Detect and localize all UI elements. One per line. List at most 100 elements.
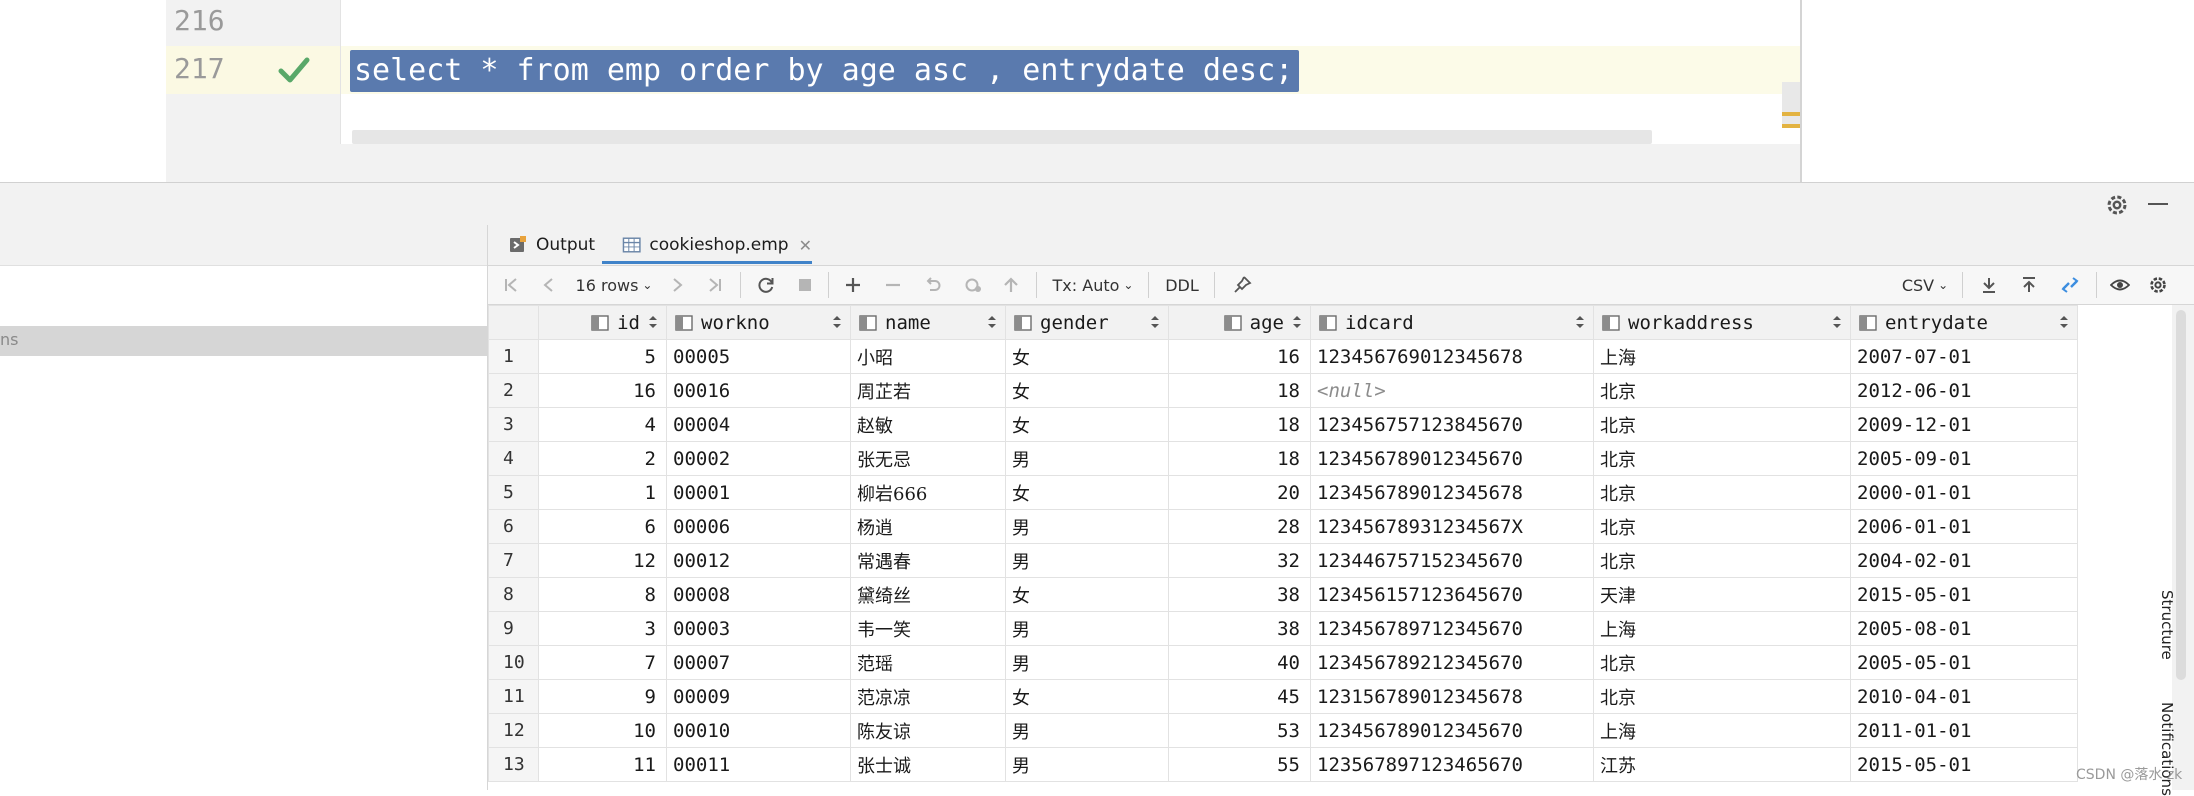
gear-icon[interactable] — [2144, 266, 2172, 304]
cell-age[interactable]: 40 — [1168, 645, 1311, 680]
download-icon[interactable] — [1976, 266, 2002, 304]
row-number-header[interactable] — [488, 305, 539, 340]
stop-icon[interactable] — [792, 266, 818, 304]
cell-workno[interactable]: 00006 — [666, 509, 851, 544]
cell-name[interactable]: 张无忌 — [850, 441, 1006, 476]
cell-gender[interactable]: 男 — [1005, 611, 1169, 646]
cell-idcard[interactable]: 123456789012345678 — [1310, 475, 1594, 510]
cell-workno[interactable]: 00012 — [666, 543, 851, 578]
revert-icon[interactable] — [920, 266, 946, 304]
cell-id[interactable]: 1 — [538, 475, 667, 510]
cell-gender[interactable]: 男 — [1005, 509, 1169, 544]
export-format-dropdown[interactable]: CSV ⌄ — [1896, 266, 1954, 304]
cell-id[interactable]: 12 — [538, 543, 667, 578]
row-number[interactable]: 10 — [488, 645, 539, 680]
row-number[interactable]: 9 — [488, 611, 539, 646]
transaction-mode-dropdown[interactable]: Tx: Auto ⌄ — [1050, 266, 1136, 304]
sort-icon[interactable] — [1150, 314, 1160, 330]
column-header-age[interactable]: age — [1168, 305, 1311, 340]
next-page-icon[interactable] — [664, 266, 690, 304]
table-row[interactable]: 10 7 00007 范瑶男 40 123456789212345670 北京 2005-05… — [488, 645, 2078, 680]
minimize-icon[interactable] — [2148, 203, 2168, 205]
row-number[interactable]: 12 — [488, 713, 539, 748]
sort-icon[interactable] — [987, 314, 997, 330]
cell-id[interactable]: 16 — [538, 373, 667, 408]
cell-name[interactable]: 范瑶 — [850, 645, 1006, 680]
cell-workaddress[interactable]: 北京 — [1593, 441, 1851, 476]
table-row[interactable]: 1 5 00005 小昭女 16 123456769012345678 上海 2007-07-… — [488, 339, 2078, 374]
scrollbar-thumb[interactable] — [2176, 310, 2186, 680]
cell-entrydate[interactable]: 2011-01-01 — [1850, 713, 2078, 748]
column-header-entrydate[interactable]: entrydate — [1850, 305, 2078, 340]
cell-idcard[interactable]: 123567897123465670 — [1310, 747, 1594, 782]
cell-id[interactable]: 3 — [538, 611, 667, 646]
structure-tool-tab[interactable]: Structure — [2158, 590, 2176, 660]
cell-id[interactable]: 9 — [538, 679, 667, 714]
submit-icon[interactable] — [998, 266, 1024, 304]
table-row[interactable]: 4 2 00002 张无忌男 18 123456789012345670 北京 2005-09… — [488, 441, 2078, 476]
cell-name[interactable]: 杨逍 — [850, 509, 1006, 544]
cell-workno[interactable]: 00011 — [666, 747, 851, 782]
cell-workno[interactable]: 00007 — [666, 645, 851, 680]
cell-workaddress[interactable]: 上海 — [1593, 611, 1851, 646]
cell-workaddress[interactable]: 上海 — [1593, 713, 1851, 748]
cell-age[interactable]: 16 — [1168, 339, 1311, 374]
cell-workaddress[interactable]: 北京 — [1593, 373, 1851, 408]
cell-name[interactable]: 韦一笑 — [850, 611, 1006, 646]
cell-workaddress[interactable]: 江苏 — [1593, 747, 1851, 782]
cell-idcard[interactable]: 123456757123845670 — [1310, 407, 1594, 442]
cell-age[interactable]: 18 — [1168, 441, 1311, 476]
refresh-icon[interactable] — [752, 266, 780, 304]
cell-workaddress[interactable]: 上海 — [1593, 339, 1851, 374]
row-number[interactable]: 1 — [488, 339, 539, 374]
cell-workaddress[interactable]: 北京 — [1593, 475, 1851, 510]
row-number[interactable]: 8 — [488, 577, 539, 612]
tab-output[interactable]: Output — [508, 225, 595, 265]
cell-gender[interactable]: 女 — [1005, 577, 1169, 612]
cell-name[interactable]: 赵敏 — [850, 407, 1006, 442]
ddl-button[interactable]: DDL — [1160, 266, 1204, 304]
remove-row-icon[interactable] — [880, 266, 906, 304]
cell-name[interactable]: 常遇春 — [850, 543, 1006, 578]
row-number[interactable]: 3 — [488, 407, 539, 442]
cell-gender[interactable]: 女 — [1005, 475, 1169, 510]
table-row[interactable]: 6 6 00006 杨逍男 28 12345678931234567X 北京 2006-01-… — [488, 509, 2078, 544]
cell-entrydate[interactable]: 2015-05-01 — [1850, 747, 2078, 782]
cell-age[interactable]: 38 — [1168, 611, 1311, 646]
check-icon[interactable] — [278, 56, 310, 84]
tab-cookieshop-emp[interactable]: cookieshop.emp ✕ — [620, 225, 812, 265]
cell-gender[interactable]: 男 — [1005, 747, 1169, 782]
cell-id[interactable]: 5 — [538, 339, 667, 374]
cell-id[interactable]: 7 — [538, 645, 667, 680]
cell-idcard[interactable]: 123456789212345670 — [1310, 645, 1594, 680]
result-grid[interactable]: id workno name gender age idcard workadd… — [488, 305, 2078, 782]
sort-icon[interactable] — [1292, 314, 1302, 330]
cell-age[interactable]: 20 — [1168, 475, 1311, 510]
eye-icon[interactable] — [2106, 266, 2134, 304]
column-header-id[interactable]: id — [538, 305, 667, 340]
cell-gender[interactable]: 女 — [1005, 373, 1169, 408]
sort-icon[interactable] — [648, 314, 658, 330]
services-tree[interactable] — [0, 225, 488, 790]
cell-age[interactable]: 32 — [1168, 543, 1311, 578]
rows-dropdown[interactable]: 16 rows ⌄ — [572, 266, 656, 304]
cell-workaddress[interactable]: 天津 — [1593, 577, 1851, 612]
cell-workno[interactable]: 00001 — [666, 475, 851, 510]
cell-name[interactable]: 柳岩666 — [850, 475, 1006, 510]
column-header-workno[interactable]: workno — [666, 305, 851, 340]
row-number[interactable]: 11 — [488, 679, 539, 714]
cell-workno[interactable]: 00009 — [666, 679, 851, 714]
row-number[interactable]: 5 — [488, 475, 539, 510]
column-header-gender[interactable]: gender — [1005, 305, 1169, 340]
cell-idcard[interactable]: 123456769012345678 — [1310, 339, 1594, 374]
row-number[interactable]: 4 — [488, 441, 539, 476]
first-page-icon[interactable] — [498, 266, 524, 304]
table-row[interactable]: 3 4 00004 赵敏女 18 123456757123845670 北京 2009-12-… — [488, 407, 2078, 442]
row-number[interactable]: 2 — [488, 373, 539, 408]
cell-entrydate[interactable]: 2015-05-01 — [1850, 577, 2078, 612]
row-number[interactable]: 13 — [488, 747, 539, 782]
gear-icon[interactable] — [2104, 192, 2130, 218]
sort-icon[interactable] — [2059, 314, 2069, 330]
cell-age[interactable]: 55 — [1168, 747, 1311, 782]
cell-workaddress[interactable]: 北京 — [1593, 645, 1851, 680]
